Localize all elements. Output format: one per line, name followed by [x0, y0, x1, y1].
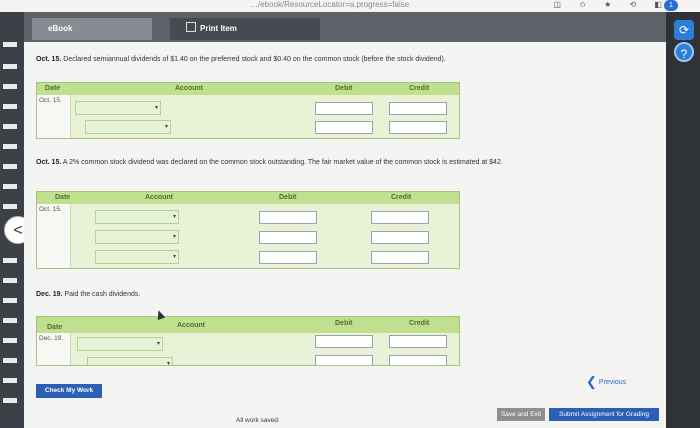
prompt-q3-text: Paid the cash dividends.	[64, 291, 141, 298]
tab-ebook[interactable]: eBook	[32, 18, 152, 40]
chevron-down-icon: ▾	[172, 234, 176, 240]
chevron-down-icon: ▾	[154, 105, 158, 111]
chevron-down-icon: ▾	[156, 341, 160, 347]
chevron-down-icon: ▾	[164, 124, 168, 130]
header-account: Account	[177, 322, 205, 329]
tab-bar: eBook Print Item	[24, 12, 666, 42]
rail-tick	[3, 358, 17, 363]
check-my-work-button[interactable]: Check My Work	[36, 384, 102, 398]
journal-table-q2: Date Account Debit Credit Oct. 15. ▾ ▾ ▾	[36, 191, 460, 269]
header-debit: Debit	[335, 85, 353, 92]
header-credit: Credit	[409, 85, 430, 92]
header-credit: Credit	[409, 320, 430, 327]
row-date: Dec. 19.	[37, 333, 71, 365]
account-select[interactable]: ▾	[95, 230, 179, 244]
save-and-exit-button[interactable]: Save and Exit	[497, 408, 545, 421]
header-debit: Debit	[335, 320, 353, 327]
browser-icons[interactable]: ◫ ✩ ★ ⟲ ◧	[553, 0, 670, 9]
account-select[interactable]: ▾	[85, 120, 171, 134]
rail-tick	[3, 398, 17, 403]
header-date: Date	[47, 324, 63, 331]
account-select[interactable]: ▾	[95, 250, 179, 264]
header-account: Account	[145, 194, 173, 201]
chevron-down-icon: ▾	[166, 361, 170, 366]
print-icon	[186, 22, 196, 32]
rail-tick	[3, 338, 17, 343]
row-date: Oct. 15.	[37, 95, 71, 138]
credit-input[interactable]	[389, 121, 447, 134]
help-icon[interactable]: ?	[674, 42, 694, 62]
journal-table-q1: Date Account Debit Credit Oct. 15. ▾ ▾	[36, 82, 460, 139]
extension-badge[interactable]: 1	[664, 0, 678, 11]
previous-button[interactable]: ❮ Previous	[586, 374, 626, 390]
previous-label: Previous	[598, 379, 627, 386]
debit-input[interactable]	[315, 355, 373, 365]
prompt-q1-date: Oct. 15.	[36, 56, 62, 63]
tab-print-item[interactable]: Print Item	[170, 18, 320, 40]
rail-tick	[3, 378, 17, 383]
main-content: Oct. 15. Declared semiannual dividends o…	[24, 42, 666, 428]
header-account: Account	[175, 85, 203, 92]
header-date: Date	[45, 85, 61, 92]
chevron-down-icon: ▾	[172, 254, 176, 260]
prompt-q2: Oct. 15. A 2% common stock dividend was …	[36, 159, 503, 166]
header-credit: Credit	[391, 194, 412, 201]
credit-input[interactable]	[389, 102, 447, 115]
rail-tick	[3, 298, 17, 303]
prompt-q3: Dec. 19. Paid the cash dividends.	[36, 291, 140, 298]
submit-assignment-button[interactable]: Submit Assignment for Grading	[549, 408, 659, 421]
rail-tick	[3, 42, 17, 47]
debit-input[interactable]	[259, 231, 317, 244]
debit-input[interactable]	[259, 211, 317, 224]
chevron-down-icon: ▾	[172, 214, 176, 220]
rail-tick	[3, 258, 17, 263]
debit-input[interactable]	[315, 102, 373, 115]
tab-print-label: Print Item	[200, 24, 237, 33]
rail-tick	[3, 184, 17, 189]
credit-input[interactable]	[371, 231, 429, 244]
account-select[interactable]: ▾	[87, 357, 173, 366]
prompt-q3-date: Dec. 19.	[36, 291, 63, 298]
credit-input[interactable]	[371, 251, 429, 264]
header-date: Date	[55, 194, 71, 201]
debit-input[interactable]	[315, 335, 373, 348]
journal-table-q3: Date Account Debit Credit Dec. 19. ▾ ▾	[36, 316, 460, 366]
rail-tick	[3, 64, 17, 69]
credit-input[interactable]	[389, 335, 447, 348]
rail-tick	[3, 104, 17, 109]
prompt-q2-date: Oct. 15.	[36, 159, 62, 166]
url-fragment: …/ebook/ResourceLocator=a.progress=false	[250, 0, 410, 9]
chevron-left-icon: ❮	[586, 374, 597, 389]
account-select[interactable]: ▾	[95, 210, 179, 224]
debit-input[interactable]	[259, 251, 317, 264]
header-debit: Debit	[279, 194, 297, 201]
right-rail	[666, 12, 700, 428]
refresh-icon[interactable]: ⟳	[674, 20, 694, 40]
debit-input[interactable]	[315, 121, 373, 134]
credit-input[interactable]	[389, 355, 447, 365]
prompt-q2-text: A 2% common stock dividend was declared …	[62, 159, 503, 166]
save-status: All work saved.	[236, 417, 280, 424]
rail-tick	[3, 318, 17, 323]
table-header: Date Account Debit Credit	[37, 192, 459, 204]
prompt-q1-text: Declared semiannual dividends of $1.40 o…	[63, 56, 446, 63]
row-date: Oct. 15.	[37, 204, 71, 268]
rail-tick	[3, 164, 17, 169]
account-select[interactable]: ▾	[75, 101, 161, 115]
rail-tick	[3, 204, 17, 209]
rail-tick	[3, 144, 17, 149]
account-select[interactable]: ▾	[77, 337, 163, 351]
prompt-q1: Oct. 15. Declared semiannual dividends o…	[36, 56, 446, 63]
browser-toolbar: …/ebook/ResourceLocator=a.progress=false…	[0, 0, 700, 12]
table-header: Date Account Debit Credit	[37, 83, 459, 95]
table-header: Date Account Debit Credit	[37, 317, 459, 333]
rail-tick	[3, 84, 17, 89]
rail-tick	[3, 124, 17, 129]
credit-input[interactable]	[371, 211, 429, 224]
rail-tick	[3, 278, 17, 283]
